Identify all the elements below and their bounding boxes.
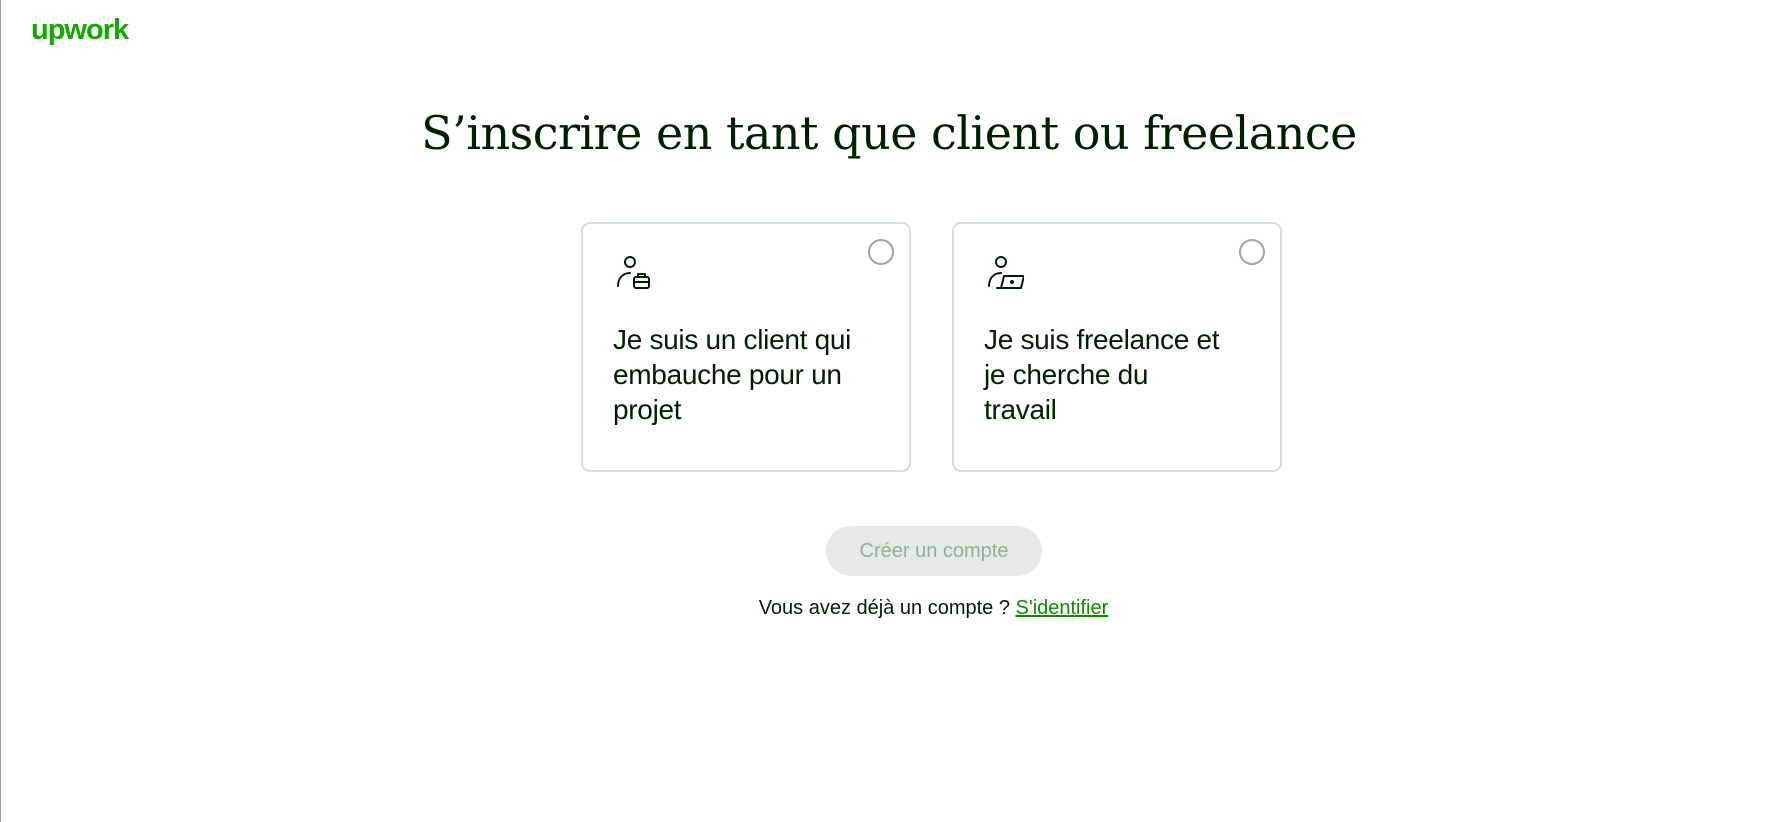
- login-prompt: Vous avez déjà un compte ? S'identifier: [0, 594, 1778, 622]
- client-briefcase-icon: [613, 254, 653, 294]
- freelancer-laptop-icon: [984, 254, 1025, 294]
- freelancer-option-card[interactable]: Je suis freelance et je cherche du trava…: [952, 222, 1282, 472]
- client-option-radio[interactable]: [868, 239, 894, 265]
- client-option-card[interactable]: Je suis un client qui embauche pour un p…: [581, 222, 911, 472]
- account-type-options: Je suis un client qui embauche pour un p…: [581, 222, 1282, 472]
- client-option-label: Je suis un client qui embauche pour un p…: [613, 324, 852, 425]
- login-prompt-text: Vous avez déjà un compte ?: [758, 597, 1010, 619]
- sign-in-link[interactable]: S'identifier: [1016, 597, 1109, 619]
- page-title: S’inscrire en tant que client ou freelan…: [421, 106, 1357, 160]
- upwork-logo[interactable]: upwork: [31, 12, 129, 48]
- freelancer-option-radio[interactable]: [1239, 239, 1265, 265]
- create-account-button[interactable]: Créer un compte: [826, 526, 1042, 576]
- freelancer-option-label: Je suis freelance et je cherche du trava…: [984, 324, 1220, 425]
